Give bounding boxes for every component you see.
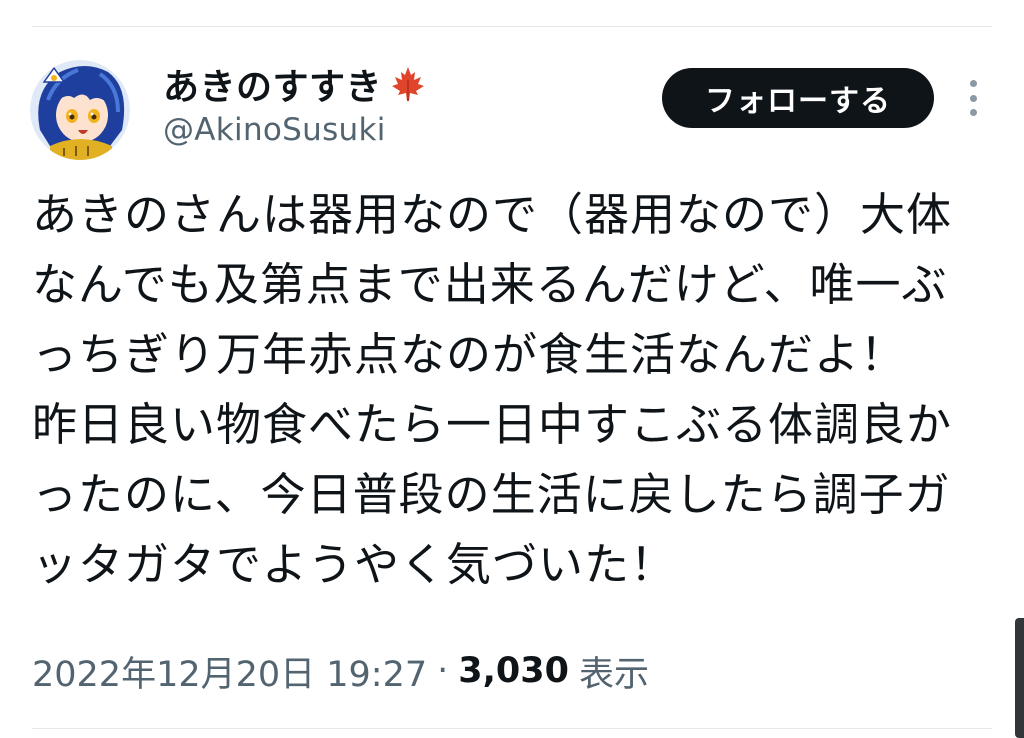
author-display-name[interactable]: あきのすすき <box>163 58 382 110</box>
more-dot <box>969 80 977 87</box>
views-label: 表示 <box>579 654 650 695</box>
anime-character-avatar-icon <box>30 60 130 160</box>
tweet-text-line: あきのさんは器用なので（器用なので）大体 <box>32 188 953 241</box>
tweet-text-line: ったのに、今日普段の生活に戻したら調子ガ <box>32 468 951 521</box>
follow-button[interactable]: フォローする <box>662 68 934 128</box>
tweet-text-line: なんでも及第点まで出来るんだけど、唯一ぶ <box>32 258 948 311</box>
bottom-divider <box>32 728 992 729</box>
author-name-row[interactable]: あきのすすき <box>163 62 428 108</box>
meta-separator: · <box>437 651 449 691</box>
tweet-text: あきのさんは器用なので（器用なので）大体 なんでも及第点まで出来るんだけど、唯一… <box>32 180 992 600</box>
top-divider <box>32 26 992 27</box>
tweet-text-line: ッタガタでようやく気づいた！ <box>32 538 677 591</box>
more-dot <box>969 94 977 102</box>
more-dot <box>969 109 977 116</box>
tweet-text-line: 昨日良い物食べたら一日中すこぶる体調良か <box>32 398 953 451</box>
tweet-meta-row: 2022年12月20日 19:27 · 3,030 表示 <box>32 643 649 699</box>
more-vertical-icon[interactable] <box>962 80 984 116</box>
tweet-text-line: っちぎり万年赤点なのが食生活なんだよ！ <box>32 328 907 381</box>
tweet-detail-view: あきのすすき @AkinoSusuki フォローする あきのさんは器用なので（器… <box>0 0 1024 738</box>
scrollbar[interactable] <box>1015 618 1024 738</box>
author-handle[interactable]: @AkinoSusuki <box>163 112 386 148</box>
tweet-timestamp[interactable]: 2022年12月20日 19:27 <box>32 646 427 697</box>
views-count: 3,030 <box>458 651 569 691</box>
maple-leaf-icon <box>388 64 428 104</box>
avatar[interactable] <box>30 60 130 160</box>
